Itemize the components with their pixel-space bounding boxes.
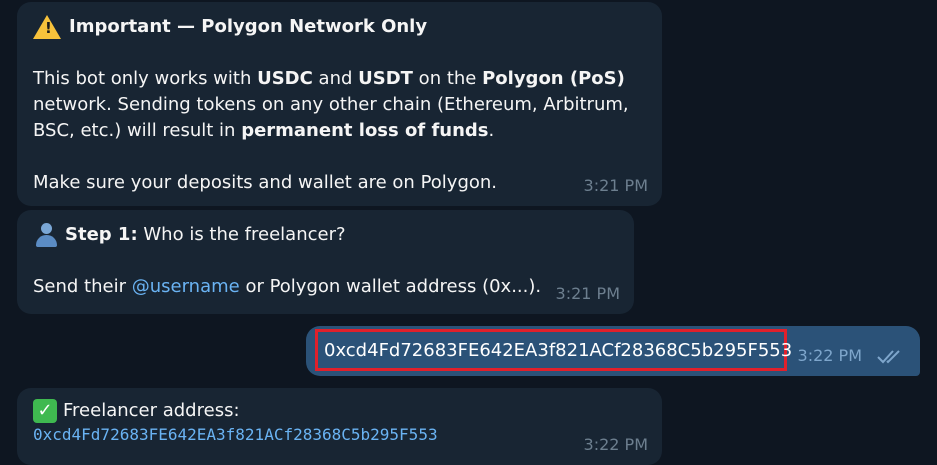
body-text: or Polygon wallet address (0x...). [239, 276, 542, 297]
body-text: . [488, 120, 495, 141]
message-bubble-step[interactable]: Step 1: Who is the freelancer? Send thei… [17, 210, 634, 314]
message-footer-text: Make sure your deposits and wallet are o… [33, 172, 498, 193]
token-usdc: USDC [257, 68, 313, 89]
body-text: on the [412, 68, 483, 89]
message-title: Important — Polygon Network Only [69, 16, 428, 37]
user-icon [33, 222, 59, 248]
message-body: This bot only works with USDC and USDT o… [33, 66, 646, 144]
outgoing-address-text: 0xcd4Fd72683FE642EA3f821ACf28368C5b295F5… [324, 339, 793, 361]
message-time: 3:21 PM [583, 176, 648, 195]
body-text: This bot only works with [33, 68, 258, 89]
step-line: Step 1: Who is the freelancer? [33, 222, 618, 248]
warning-icon: ! [33, 15, 61, 39]
wallet-address-highlight: 0xcd4Fd72683FE642EA3f821ACf28368C5b295F5… [315, 329, 792, 371]
confirmation-label: Freelancer address: [63, 400, 240, 421]
message-title-row: ! Important — Polygon Network Only [33, 14, 646, 40]
step-text: Who is the freelancer? [137, 224, 346, 245]
network-name: Polygon (PoS) [482, 68, 625, 89]
message-time: 3:22 PM [797, 346, 862, 365]
body-text: Send their [33, 276, 132, 297]
body-text: and [312, 68, 359, 89]
message-bubble-warning[interactable]: ! Important — Polygon Network Only This … [17, 2, 662, 206]
body-text: network. Sending tokens on any other cha… [33, 94, 629, 115]
loss-warning: permanent loss of funds [241, 120, 489, 141]
instruction-line: Send their @username or Polygon wallet a… [33, 274, 618, 300]
message-bubble-outgoing[interactable]: 0xcd4Fd72683FE642EA3f821ACf28368C5b295F5… [306, 326, 920, 376]
body-text: BSC, etc.) will result in [33, 120, 242, 141]
username-link[interactable]: @username [132, 276, 240, 297]
token-usdt: USDT [358, 68, 413, 89]
confirmation-line: ✓ Freelancer address: [33, 398, 646, 424]
chat-area: ! Important — Polygon Network Only This … [0, 0, 937, 465]
step-label: Step 1: [65, 224, 138, 245]
freelancer-address-code[interactable]: 0xcd4Fd72683FE642EA3f821ACf28368C5b295F5… [33, 424, 646, 446]
message-bubble-confirmation[interactable]: ✓ Freelancer address: 0xcd4Fd72683FE642EA… [17, 388, 662, 465]
check-mark-icon: ✓ [33, 399, 57, 423]
message-time: 3:21 PM [555, 284, 620, 303]
double-check-icon [877, 350, 900, 364]
message-time: 3:22 PM [583, 435, 648, 454]
